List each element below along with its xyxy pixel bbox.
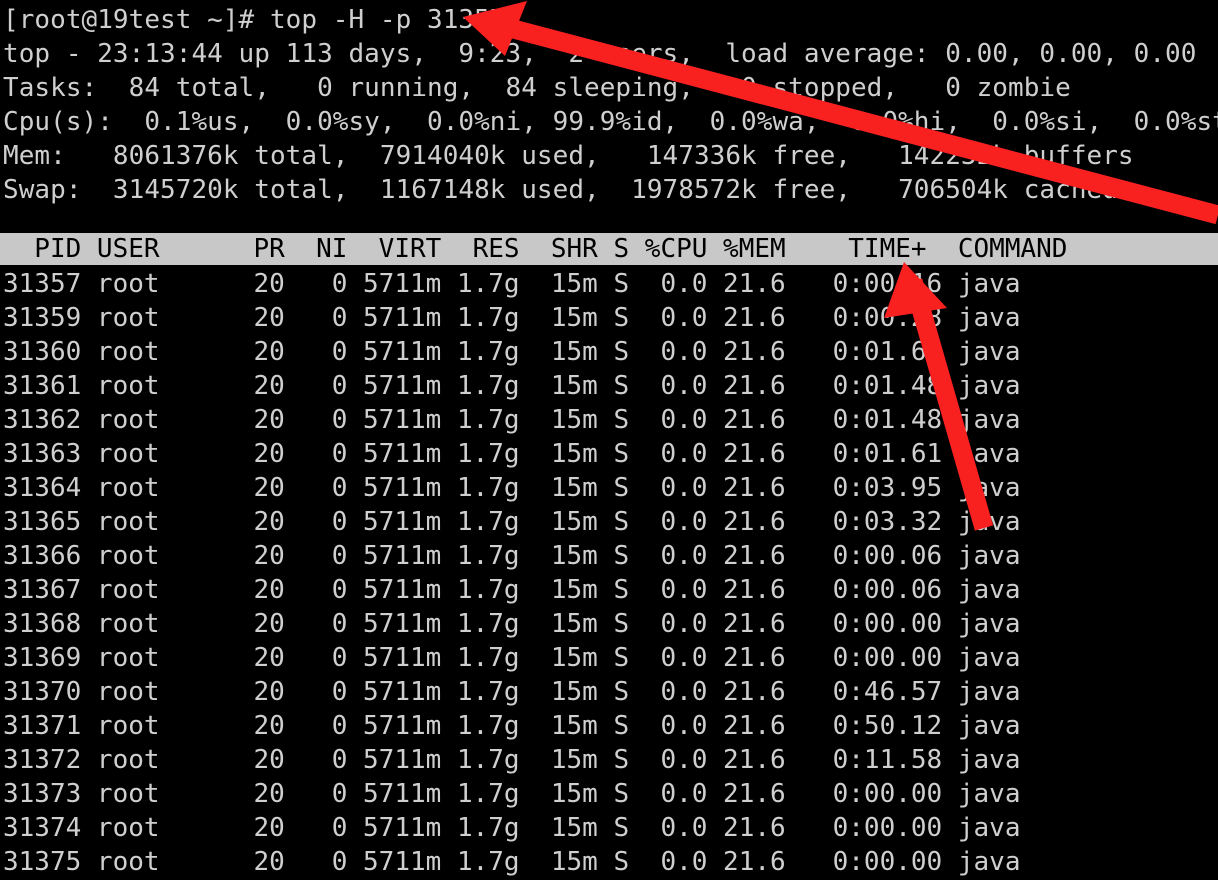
top-uptime-line: top - 23:13:44 up 113 days, 9:23, 2 user… (3, 39, 1197, 69)
table-row: 31360 root 20 0 5711m 1.7g 15m S 0.0 21.… (3, 337, 1021, 367)
table-row: 31367 root 20 0 5711m 1.7g 15m S 0.0 21.… (3, 575, 1021, 605)
top-swap-line: Swap: 3145720k total, 1167148k used, 197… (3, 175, 1118, 205)
table-row: 31373 root 20 0 5711m 1.7g 15m S 0.0 21.… (3, 779, 1021, 809)
table-row: 31371 root 20 0 5711m 1.7g 15m S 0.0 21.… (3, 711, 1021, 741)
table-row: 31365 root 20 0 5711m 1.7g 15m S 0.0 21.… (3, 507, 1021, 537)
shell-prompt-line: [root@19test ~]# top -H -p 31357 (3, 5, 506, 35)
top-tasks-line: Tasks: 84 total, 0 running, 84 sleeping,… (3, 73, 1071, 103)
table-row: 31375 root 20 0 5711m 1.7g 15m S 0.0 21.… (3, 847, 1021, 877)
process-table: PID USER PR NI VIRT RES SHR S %CPU %MEM … (0, 233, 1218, 879)
table-row: 31361 root 20 0 5711m 1.7g 15m S 0.0 21.… (3, 371, 1021, 401)
table-row: 31369 root 20 0 5711m 1.7g 15m S 0.0 21.… (3, 643, 1021, 673)
top-cpu-line: Cpu(s): 0.1%us, 0.0%sy, 0.0%ni, 99.9%id,… (3, 107, 1218, 137)
terminal-window[interactable]: [root@19test ~]# top -H -p 31357 top - 2… (0, 0, 1218, 880)
table-row: 31359 root 20 0 5711m 1.7g 15m S 0.0 21.… (3, 303, 1021, 333)
table-row: 31362 root 20 0 5711m 1.7g 15m S 0.0 21.… (3, 405, 1021, 435)
table-column-header[interactable]: PID USER PR NI VIRT RES SHR S %CPU %MEM … (0, 233, 1218, 265)
top-mem-line: Mem: 8061376k total, 7914040k used, 1473… (3, 141, 1134, 171)
table-row: 31372 root 20 0 5711m 1.7g 15m S 0.0 21.… (3, 745, 1021, 775)
top-summary-block: [root@19test ~]# top -H -p 31357 top - 2… (0, 0, 1218, 207)
table-row: 31364 root 20 0 5711m 1.7g 15m S 0.0 21.… (3, 473, 1021, 503)
table-row: 31366 root 20 0 5711m 1.7g 15m S 0.0 21.… (3, 541, 1021, 571)
table-row: 31370 root 20 0 5711m 1.7g 15m S 0.0 21.… (3, 677, 1021, 707)
table-row: 31374 root 20 0 5711m 1.7g 15m S 0.0 21.… (3, 813, 1021, 843)
table-row: 31357 root 20 0 5711m 1.7g 15m S 0.0 21.… (3, 269, 1021, 299)
table-row: 31368 root 20 0 5711m 1.7g 15m S 0.0 21.… (3, 609, 1021, 639)
table-row: 31363 root 20 0 5711m 1.7g 15m S 0.0 21.… (3, 439, 1021, 469)
process-row-list: 31357 root 20 0 5711m 1.7g 15m S 0.0 21.… (0, 267, 1218, 879)
